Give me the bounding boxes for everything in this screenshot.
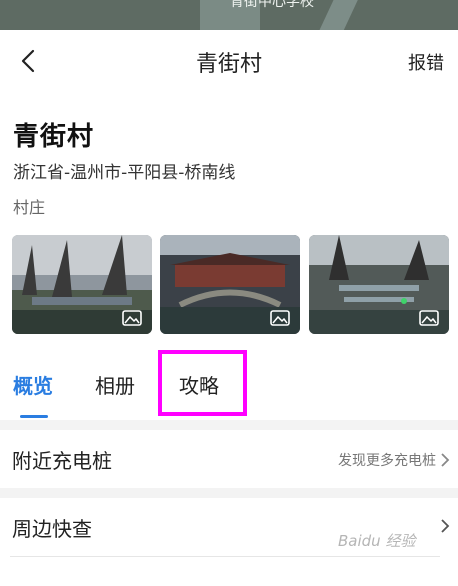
place-category: 村庄 (13, 198, 46, 217)
image-icon (122, 310, 142, 326)
nearby-charging-row[interactable]: 附近充电桩 发现更多充电桩 (0, 430, 458, 490)
nearby-quick-search-title: 周边快查 (12, 517, 92, 541)
more-charging-link[interactable]: 发现更多充电桩 (338, 450, 450, 470)
map-poi-label[interactable]: 青街中心学校 (230, 0, 314, 11)
watermark-text: Baidu 经验 (338, 532, 416, 550)
place-detail-sheet: 青街村 报错 青街村 浙江省-温州市-平阳县-桥南线 村庄 概览 相册 攻略 附… (0, 30, 458, 586)
page-title: 青街村 (195, 52, 262, 77)
row-divider (10, 556, 440, 557)
photo-thumbnail[interactable] (12, 235, 152, 334)
top-bar: 青街村 报错 (0, 30, 458, 92)
tab-overview[interactable]: 概览 (13, 370, 53, 399)
nearby-charging-title: 附近充电桩 (12, 449, 112, 473)
highlight-annotation (158, 350, 247, 416)
tab-album[interactable]: 相册 (95, 370, 135, 399)
map-background[interactable]: 青街中心学校 (0, 0, 458, 30)
photo-thumbnail[interactable] (309, 235, 449, 334)
chevron-right-icon (441, 519, 450, 533)
active-tab-indicator (20, 415, 48, 418)
image-icon (419, 310, 439, 326)
more-charging-label: 发现更多充电桩 (338, 453, 436, 469)
photo-strip (12, 235, 449, 335)
report-error-button[interactable]: 报错 (408, 49, 444, 75)
nearby-quick-search-arrow[interactable] (436, 518, 450, 534)
section-divider (0, 488, 458, 498)
place-address: 浙江省-温州市-平阳县-桥南线 (13, 163, 236, 183)
image-icon (270, 310, 290, 326)
photo-thumbnail[interactable] (160, 235, 300, 334)
map-road (318, 0, 364, 30)
place-name: 青街村 (13, 122, 95, 152)
chevron-right-icon (441, 453, 450, 467)
section-divider (0, 420, 458, 430)
